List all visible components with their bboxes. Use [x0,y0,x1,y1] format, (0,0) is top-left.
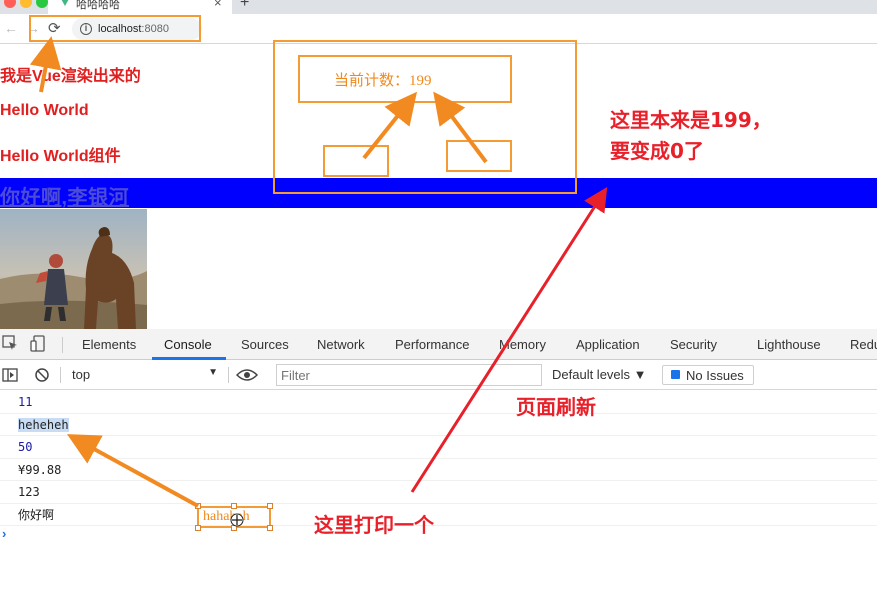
forward-arrow-icon[interactable]: → [26,20,40,36]
device-toggle-icon[interactable] [30,335,46,356]
console-prompt-icon[interactable]: › [2,526,6,541]
filter-input[interactable] [277,365,541,385]
console-line: 123 [0,481,877,504]
blue-banner: 你好啊,李银河 [0,178,877,210]
page-content: 我是Vue渲染出来的 Hello World Hello World组件 当前计… [0,45,877,329]
browser-tab[interactable]: 哈哈哈哈 × [48,0,232,14]
issues-label: No Issues [686,368,744,383]
increment-button[interactable] [446,140,512,172]
eye-icon[interactable] [235,367,259,388]
counter-label: 当前计数：199 [334,73,432,89]
resize-handle[interactable] [267,525,273,531]
tab-network[interactable]: Network [317,337,365,352]
filter-field[interactable] [276,364,542,386]
dropdown-arrow-icon: ▼ [208,367,218,378]
toolbar-divider [228,367,229,383]
hello-world-text: Hello World [0,102,89,119]
tab-console[interactable]: Console [164,337,212,352]
tab-title: 哈哈哈哈 [76,0,120,11]
annotation-note-top: 这里本来是199， [610,108,772,132]
resize-handle[interactable] [231,525,237,531]
context-value: top [72,367,91,382]
info-icon[interactable]: i [80,23,92,35]
console-line: 11 [0,391,877,414]
annotation-note-top-2: 要变成0了 [610,139,704,163]
tab-memory[interactable]: Memory [499,337,546,352]
resize-handle[interactable] [231,503,237,509]
tab-lighthouse[interactable]: Lighthouse [757,337,821,352]
back-arrow-icon[interactable]: ← [4,20,18,36]
greeting-link[interactable]: 你好啊,李银河 [0,181,129,210]
devtools-tab-bar: Elements Console Sources Network Perform… [0,329,877,360]
selected-text-label: hahahah [203,509,250,524]
issues-icon [671,370,680,379]
clear-console-icon[interactable] [34,367,50,388]
maximize-window-button[interactable] [36,0,48,8]
toolbar-divider [60,367,61,383]
camel-photo [0,209,147,329]
url-text: localhost:8080 [98,23,169,35]
address-bar[interactable]: i localhost:8080 [72,18,202,40]
console-output: 11 heheheh 50 ¥99.88 123 你好啊 [0,391,877,526]
resize-handle[interactable] [195,503,201,509]
reload-icon[interactable]: ⟳ [48,19,61,37]
devtools-panel: Elements Console Sources Network Perform… [0,329,877,591]
counter-display: 当前计数：199 [298,55,512,103]
annotation-page-refresh: 页面刷新 [516,395,596,419]
close-window-button[interactable] [4,0,16,8]
vue-logo-icon [60,0,70,6]
hello-world-component-text: Hello World组件 [0,148,121,165]
tab-elements[interactable]: Elements [82,337,136,352]
context-select[interactable]: top ▼ [64,365,224,385]
new-tab-button[interactable]: + [240,0,249,12]
console-line: heheheh [0,414,877,436]
tab-performance[interactable]: Performance [395,337,469,352]
log-levels-select[interactable]: Default levels ▼ [552,367,647,382]
tab-redux[interactable]: Redu [850,337,877,352]
tab-close-icon[interactable]: × [214,0,222,10]
annotation-print-note: 这里打印一个 [314,513,434,537]
console-line: 50 [0,436,877,459]
selected-console-text[interactable]: heheheh [18,417,69,432]
resize-handle[interactable] [195,525,201,531]
issues-button[interactable]: No Issues [662,365,754,385]
resize-handle[interactable] [267,503,273,509]
tab-application[interactable]: Application [576,337,640,352]
decrement-button[interactable] [323,145,389,177]
browser-tab-bar: 哈哈哈哈 × + [0,0,877,14]
toolbar-divider [62,337,63,353]
vue-rendered-text: 我是Vue渲染出来的 [0,68,141,85]
console-line: ¥99.88 [0,459,877,481]
browser-toolbar: ← → ⟳ i localhost:8080 [0,14,877,44]
minimize-window-button[interactable] [20,0,32,8]
console-toolbar: top ▼ Default levels ▼ No Issues [0,360,877,390]
tab-security[interactable]: Security [670,337,717,352]
inspect-element-icon[interactable] [2,335,18,354]
console-line: 你好啊 [0,504,877,526]
sidebar-toggle-icon[interactable] [2,367,18,388]
tab-sources[interactable]: Sources [241,337,289,352]
